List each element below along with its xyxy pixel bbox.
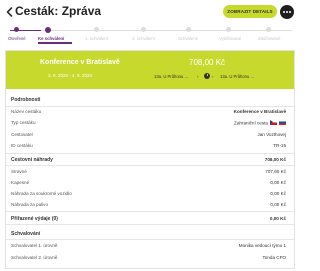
details-label-id: ID cestáku [11, 143, 33, 148]
details-heading: Podrobnosti [11, 97, 41, 103]
stepper-track [10, 30, 292, 31]
compensation-heading: Cestovní náhrady [11, 157, 53, 163]
trip-name: Konference v Bratislavě [40, 59, 120, 66]
expenses-heading: Přiřazené výdaje (0) [11, 216, 58, 222]
czech-flag-icon [270, 120, 277, 125]
step-active-underline [38, 42, 72, 44]
expenses-total: 0,00 Kč [269, 216, 286, 221]
details-value-traveler: Jan Vozthovej [257, 132, 286, 137]
compensation-total: 708,00 Kč [264, 157, 286, 162]
step-to-approve[interactable]: Ke schválení [38, 36, 64, 41]
divider [6, 153, 294, 154]
step-dot-first-approval [94, 27, 99, 32]
step-approved[interactable]: Schválené [178, 36, 198, 41]
details-label-type: Typ cestáku [11, 120, 36, 125]
step-dot-open [14, 27, 19, 32]
step-booked[interactable]: Zaúčtované [258, 36, 280, 41]
compensation-label-pocket: Kapesné [11, 180, 30, 185]
status-stepper: Otevřené Ke schválení 1. schválení 2. sc… [0, 26, 300, 48]
route-from: 13a. U Průhonu ... [154, 74, 188, 79]
more-dots-icon[interactable] [280, 5, 294, 19]
step-dot-approved [186, 27, 191, 32]
chevron-right-icon: › [212, 73, 214, 79]
divider [6, 165, 294, 166]
details-value-id: TR-15 [273, 143, 286, 148]
approver-1-value: Monika vedoucí týmu 1 [238, 243, 286, 248]
step-second-approval[interactable]: 2. schválení [132, 36, 155, 41]
divider [6, 106, 294, 107]
approvals-heading: Schvalování [11, 231, 41, 237]
compensation-label-fuel: Náhrada za palivo [11, 202, 49, 207]
divider [6, 224, 294, 225]
trip-banner: Konference v Bratislavě 3. 9. 2020 - 4. … [6, 51, 294, 89]
step-dot-second-approval [141, 27, 146, 32]
clock-icon [204, 73, 210, 79]
report-panel: Konference v Bratislavě 3. 9. 2020 - 4. … [5, 50, 295, 269]
compensation-value-pocket: 0,00 Kč [270, 180, 286, 185]
step-open[interactable]: Otevřené [8, 36, 26, 41]
divider [6, 211, 294, 212]
trip-dates: 3. 9. 2020 - 4. 9. 2020 [48, 73, 93, 78]
compensation-value-fuel: 0,00 Kč [270, 202, 286, 207]
step-dot-settled [226, 27, 231, 32]
step-dot-to-approve [45, 26, 51, 33]
details-label-name: Název cestáku [11, 109, 42, 114]
divider [6, 239, 294, 240]
slovak-flag-icon [279, 120, 286, 125]
compensation-value-meals: 707,60 Kč [265, 169, 286, 174]
details-value-type: Zahraniční cesta [234, 120, 286, 125]
step-settled[interactable]: Vyúčtované [219, 36, 241, 41]
approver-2-label: Schvalovatel 2. úrovně [11, 255, 58, 260]
step-dot-booked [266, 27, 271, 32]
approver-2-value: Tonda CFO [262, 255, 287, 260]
page-title: Cesták: Zpráva [15, 4, 102, 18]
compensation-label-meals: Stravné [11, 169, 27, 174]
route-to: 13a. U Průhonu ... [220, 74, 254, 79]
compensation-label-vehicle: Náhrada za soukromé vozidlo [11, 191, 72, 196]
chevron-right-icon: › [197, 73, 199, 79]
show-details-button[interactable]: ZOBRAZIT DETAILS [223, 5, 277, 18]
app-header: Cesták: Zpráva ZOBRAZIT DETAILS [0, 0, 300, 24]
approver-1-label: Schvalovatel 1. úrovně [11, 243, 58, 248]
trip-amount: 708,00 Kč [189, 58, 226, 67]
step-first-approval[interactable]: 1. schválení [85, 36, 108, 41]
details-value-name: Konference v Bratislavě [233, 109, 286, 114]
trip-type-value: Zahraniční cesta [234, 120, 268, 126]
compensation-value-vehicle: 0,00 Kč [270, 191, 286, 196]
details-label-traveler: Cestovatel [11, 132, 33, 137]
